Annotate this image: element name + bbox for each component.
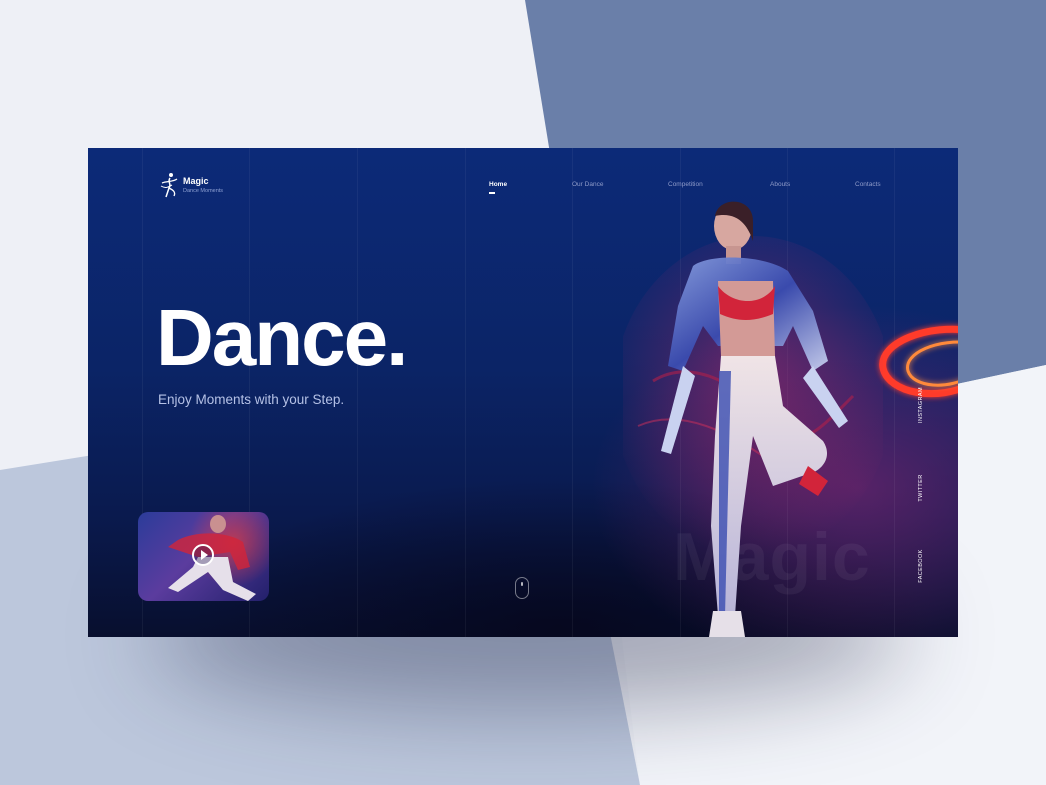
nav-item-contacts[interactable]: Contacts [855,181,881,188]
dancer-logo-icon[interactable] [158,172,180,200]
grid-line [357,148,358,637]
dancer-photo [623,201,883,637]
video-thumbnail[interactable] [138,512,269,601]
nav-item-home[interactable]: Home [489,181,507,188]
mouse-scroll-icon[interactable] [515,577,529,599]
grid-line [572,148,573,637]
grid-line [465,148,466,637]
social-link-twitter[interactable]: TWITTER [918,453,924,523]
brand-name[interactable]: Magic [183,176,209,186]
nav-item-our-dance[interactable]: Our Dance [572,181,603,188]
social-link-instagram[interactable]: INSTAGRAM [918,370,924,440]
play-triangle [201,550,208,560]
nav-active-indicator [489,192,495,194]
hero-title: Dance. [156,293,408,382]
play-icon[interactable] [192,544,214,566]
social-link-facebook[interactable]: FACEBOOK [918,531,924,601]
brand-tagline: Dance Moments [183,188,224,194]
hero-subtitle: Enjoy Moments with your Step. [158,392,345,407]
nav-item-abouts[interactable]: Abouts [770,181,790,188]
hero-card: Magic Dance Moments Home Our Dance Compe… [88,148,958,637]
nav-item-competition[interactable]: Competition [668,181,703,188]
mouse-wheel [521,582,523,586]
